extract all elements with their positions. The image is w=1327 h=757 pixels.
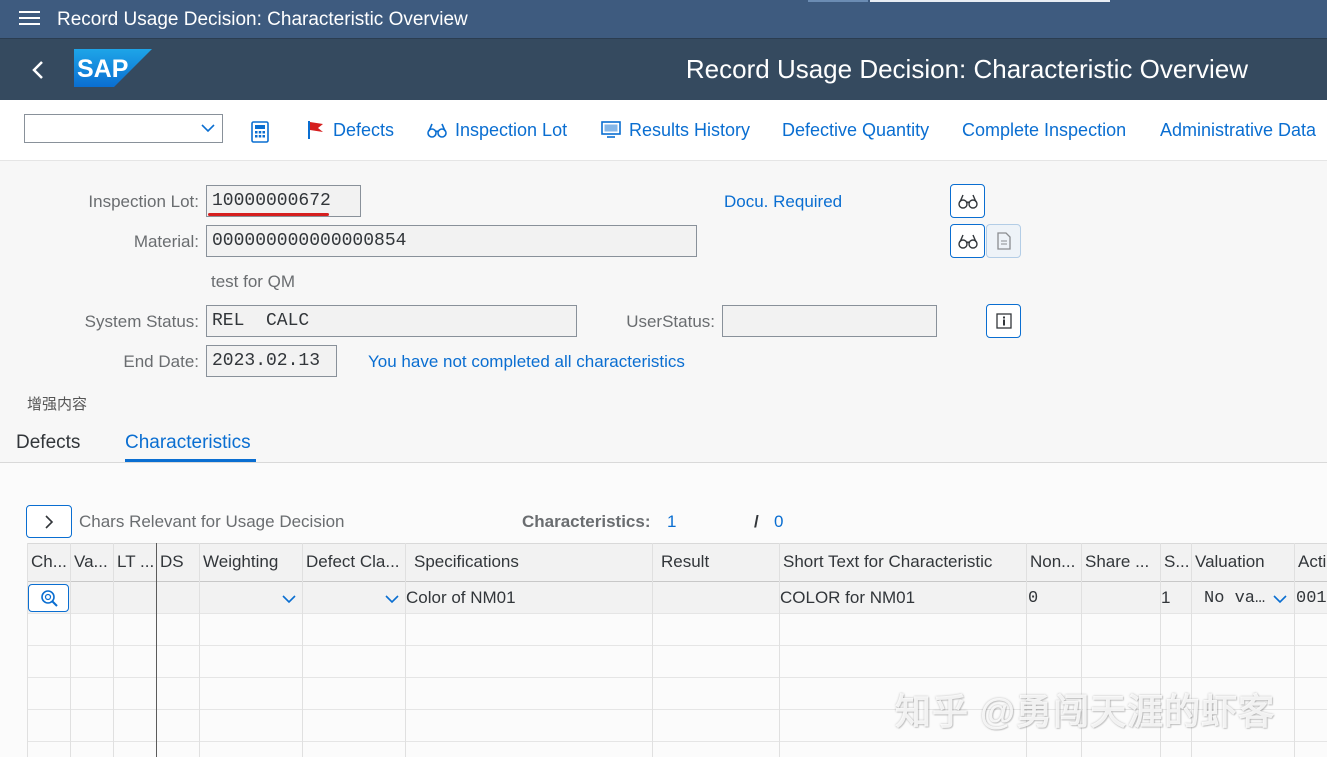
column-divider — [27, 543, 28, 757]
system-status-field[interactable]: REL CALC — [206, 305, 577, 337]
user-status-field[interactable] — [722, 305, 937, 337]
weighting-dropdown-icon[interactable] — [282, 594, 296, 604]
cell-short-text: COLOR for NM01 — [780, 588, 916, 607]
column-header[interactable]: S... — [1164, 552, 1190, 572]
sap-logo-text: SAP — [77, 55, 128, 83]
docu-required-link[interactable]: Docu. Required — [724, 192, 842, 212]
cell-valuation[interactable]: No va… — [1204, 589, 1265, 608]
column-divider — [405, 543, 406, 757]
monitor-icon — [601, 121, 621, 138]
shell-header: SAP Record Usage Decision: Characteristi… — [0, 38, 1327, 100]
complete-inspection-button-label: Complete Inspection — [962, 119, 1127, 140]
column-divider — [70, 543, 71, 757]
column-header[interactable]: Share ... — [1085, 552, 1159, 572]
column-divider — [652, 543, 653, 757]
cell-s: 1 — [1161, 588, 1171, 607]
binoculars-icon — [957, 234, 978, 249]
tab-defects[interactable]: Defects — [16, 432, 80, 454]
material-description: test for QM — [211, 272, 296, 291]
column-divider — [199, 543, 200, 757]
column-divider — [302, 543, 303, 757]
user-status-label: UserStatus: — [626, 312, 715, 331]
info-icon — [995, 313, 1012, 329]
calculator-icon[interactable] — [251, 121, 269, 143]
document-button[interactable] — [986, 224, 1021, 258]
material-field[interactable]: 000000000000000854 — [206, 225, 697, 257]
expand-button[interactable] — [26, 505, 72, 538]
system-status-label: System Status: — [84, 312, 199, 331]
tab-characteristics[interactable]: Characteristics — [125, 432, 251, 454]
column-header[interactable]: Ch... — [31, 552, 69, 572]
results-history-button-label: Results History — [629, 119, 751, 140]
window-title: Record Usage Decision: Characteristic Ov… — [57, 9, 468, 30]
inspection-lot-button[interactable]: Inspection Lot — [427, 118, 567, 142]
column-header[interactable]: Short Text for Characteristic — [783, 552, 1024, 572]
display-material-button[interactable] — [950, 224, 985, 258]
chars-filter-label: Chars Relevant for Usage Decision — [79, 512, 345, 531]
defective-quantity-button[interactable]: Defective Quantity — [782, 118, 929, 142]
end-date-field[interactable]: 2023.02.13 — [206, 345, 337, 377]
column-header[interactable]: Defect Cla... — [306, 552, 404, 572]
red-underline-annotation — [208, 213, 329, 216]
toolbar: Defects Inspection Lot Results History D… — [0, 100, 1327, 161]
column-header[interactable]: DS — [160, 552, 198, 572]
column-header[interactable]: Specifications — [414, 552, 650, 572]
chevron-right-icon — [45, 514, 54, 529]
inspection-lot-button-label: Inspection Lot — [455, 119, 568, 140]
tab-indicator-light — [870, 0, 1110, 2]
column-divider — [779, 543, 780, 757]
tab-indicator — [808, 0, 868, 2]
results-history-button[interactable]: Results History — [601, 118, 750, 142]
fixed-column-divider — [156, 543, 157, 757]
column-header[interactable]: Result — [661, 552, 777, 572]
command-dropdown[interactable] — [24, 114, 223, 143]
complete-inspection-button[interactable]: Complete Inspection — [962, 118, 1126, 142]
document-icon — [996, 232, 1011, 250]
cell-activity: 0010 — [1296, 589, 1327, 608]
watermark: 知乎 @勇闯天涯的虾客 — [895, 691, 1276, 732]
defects-button-label: Defects — [333, 119, 395, 140]
table-row-empty — [27, 614, 1327, 646]
defective-quantity-button-label: Defective Quantity — [782, 119, 930, 140]
menu-icon[interactable] — [19, 11, 40, 27]
column-header[interactable]: Acti — [1298, 552, 1327, 572]
column-header[interactable]: Valuation — [1195, 552, 1293, 572]
cell-nonconforming[interactable]: 0 — [1028, 589, 1038, 608]
chevron-down-icon — [201, 124, 215, 133]
defects-button[interactable]: Defects — [306, 118, 394, 142]
administrative-data-button[interactable]: Administrative Data — [1160, 118, 1316, 142]
administrative-data-button-label: Administrative Data — [1160, 119, 1317, 140]
column-header[interactable]: Weighting — [203, 552, 301, 572]
column-divider — [1294, 543, 1295, 757]
row-detail-button[interactable] — [28, 584, 69, 612]
enhancement-label: 增强内容 — [27, 395, 88, 413]
inspection-lot-label: Inspection Lot: — [88, 192, 199, 211]
binoculars-icon — [957, 194, 978, 209]
magnifier-icon — [40, 590, 58, 607]
window-title-bar: Record Usage Decision: Characteristic Ov… — [0, 0, 1327, 38]
defect-class-dropdown-icon[interactable] — [385, 594, 399, 604]
valuation-dropdown-icon[interactable] — [1273, 594, 1287, 604]
cell-specifications: Color of NM01 — [406, 588, 516, 607]
end-date-label: End Date: — [123, 352, 199, 371]
display-lot-button[interactable] — [950, 184, 985, 218]
incomplete-message: You have not completed all characteristi… — [368, 352, 685, 371]
flag-icon — [308, 121, 323, 139]
binoculars-icon — [427, 123, 447, 138]
column-header[interactable]: LT ... — [117, 552, 155, 572]
characteristics-count-label: Characteristics: — [522, 512, 651, 531]
table-row-empty — [27, 646, 1327, 678]
status-info-button[interactable] — [986, 304, 1021, 338]
characteristics-total: 0 — [774, 512, 784, 531]
table-row[interactable] — [27, 582, 1327, 614]
count-separator: / — [754, 512, 759, 531]
back-icon[interactable] — [30, 59, 46, 81]
column-header[interactable]: Va... — [74, 552, 112, 572]
page-title: Record Usage Decision: Characteristic Ov… — [685, 54, 1248, 84]
column-divider — [113, 543, 114, 757]
material-label: Material: — [133, 232, 199, 251]
characteristics-count: 1 — [667, 512, 677, 531]
column-header[interactable]: Non... — [1030, 552, 1080, 572]
sap-logo: SAP — [74, 49, 152, 87]
